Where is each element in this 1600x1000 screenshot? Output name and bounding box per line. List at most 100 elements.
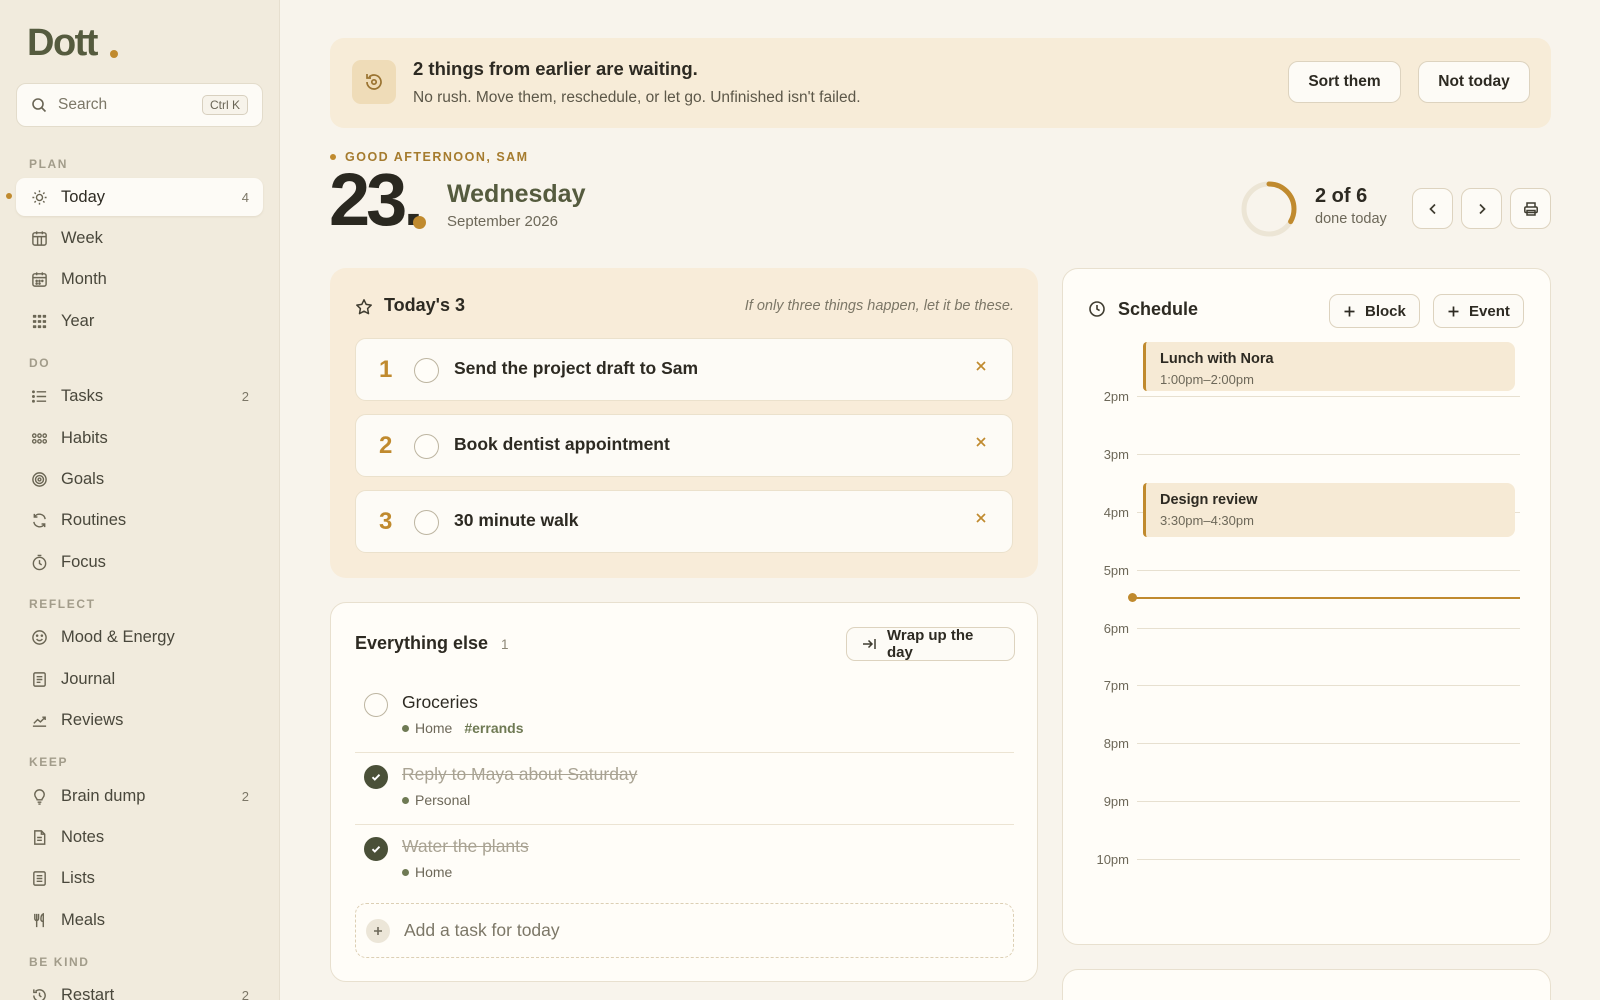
- sidebar-item-focus[interactable]: Focus: [16, 543, 263, 581]
- list-icon: [30, 387, 48, 405]
- banner-title: 2 things from earlier are waiting.: [413, 58, 698, 79]
- priority-text[interactable]: 30 minute walk: [454, 510, 579, 531]
- current-time-dot: [1128, 593, 1137, 602]
- priority-checkbox[interactable]: [414, 358, 439, 383]
- hour-line: [1137, 743, 1520, 744]
- priority-number: 2: [379, 432, 393, 459]
- sidebar-item-tasks[interactable]: Tasks 2: [16, 377, 263, 415]
- schedule-event[interactable]: Lunch with Nora 1:00pm–2:00pm: [1143, 342, 1515, 391]
- sun-icon: [30, 188, 48, 206]
- task-meta: Home: [402, 864, 452, 880]
- task-title[interactable]: Groceries: [402, 692, 478, 713]
- sort-them-button[interactable]: Sort them: [1288, 61, 1401, 103]
- sidebar-item-year[interactable]: Year: [16, 302, 263, 340]
- sidebar-item-count: 2: [241, 788, 249, 804]
- sidebar-item-brain-dump[interactable]: Brain dump 2: [16, 777, 263, 815]
- add-event-label: Event: [1469, 302, 1510, 320]
- add-block-button[interactable]: Block: [1329, 294, 1420, 328]
- sidebar-item-month[interactable]: Month: [16, 260, 263, 298]
- next-day-button[interactable]: [1461, 188, 1502, 229]
- search-box[interactable]: Search Ctrl K: [16, 83, 263, 127]
- category-dot: [402, 868, 409, 876]
- star-icon: [355, 298, 373, 316]
- section-label-keep: KEEP: [29, 755, 69, 769]
- history-icon: [352, 60, 396, 104]
- month-year: September 2026: [447, 213, 558, 230]
- add-event-button[interactable]: Event: [1433, 294, 1524, 328]
- event-title: Design review: [1160, 492, 1258, 508]
- schedule-event[interactable]: Design review 3:30pm–4:30pm: [1143, 483, 1515, 537]
- restart-icon: [30, 986, 48, 1000]
- print-button[interactable]: [1510, 188, 1551, 229]
- sidebar-item-habits[interactable]: Habits: [16, 419, 263, 457]
- app-logo[interactable]: Dott: [27, 22, 98, 65]
- event-time: 1:00pm–2:00pm: [1160, 372, 1254, 387]
- task-title[interactable]: Reply to Maya about Saturday: [402, 764, 637, 785]
- sidebar-item-meals[interactable]: Meals: [16, 901, 263, 939]
- sidebar-item-label: Tasks: [61, 386, 104, 405]
- search-placeholder[interactable]: Search: [58, 96, 202, 114]
- sidebar-item-label: Journal: [61, 669, 116, 688]
- priority-item: 1 Send the project draft to Sam: [355, 338, 1013, 401]
- add-task-input[interactable]: Add a task for today: [355, 903, 1014, 958]
- sidebar-item-notes[interactable]: Notes: [16, 818, 263, 856]
- lightbulb-icon: [30, 787, 48, 805]
- section-label-reflect: REFLECT: [29, 597, 96, 611]
- task-row: Water the plants Home: [355, 825, 1014, 897]
- sidebar-item-mood-energy[interactable]: Mood & Energy: [16, 618, 263, 656]
- sidebar-item-lists[interactable]: Lists: [16, 859, 263, 897]
- add-block-label: Block: [1365, 302, 1406, 320]
- task-category: Home: [415, 720, 453, 736]
- prev-day-button[interactable]: [1412, 188, 1453, 229]
- sidebar-item-week[interactable]: Week: [16, 219, 263, 257]
- plus-icon: [366, 918, 390, 943]
- printer-icon: [1523, 201, 1539, 217]
- progress-caption: done today: [1315, 211, 1387, 227]
- priority-number: 3: [379, 508, 393, 535]
- task-title[interactable]: Water the plants: [402, 836, 529, 857]
- year-grid-icon: [30, 312, 48, 330]
- wrap-up-day-button[interactable]: Wrap up the day: [846, 627, 1015, 661]
- sidebar-item-label: Month: [61, 269, 107, 288]
- hour-label: 3pm: [1103, 447, 1129, 462]
- sidebar-item-reviews[interactable]: Reviews: [16, 701, 263, 739]
- sidebar-item-restart[interactable]: Restart 2: [16, 976, 263, 1000]
- task-tag[interactable]: #errands: [464, 720, 523, 736]
- week-calendar-icon: [30, 229, 48, 247]
- hour-label: 9pm: [1103, 794, 1129, 809]
- month-calendar-icon: [30, 270, 48, 288]
- wrap-up-label: Wrap up the day: [887, 627, 974, 661]
- note-icon: [30, 828, 48, 846]
- task-checkbox-checked[interactable]: [364, 765, 388, 789]
- sidebar-item-label: Restart: [61, 985, 115, 1000]
- task-checkbox-checked[interactable]: [364, 837, 388, 861]
- sidebar-item-routines[interactable]: Routines: [16, 501, 263, 539]
- remove-priority-close-icon[interactable]: [974, 435, 988, 449]
- priority-item: 2 Book dentist appointment: [355, 414, 1013, 477]
- sidebar-item-count: 2: [241, 987, 249, 1000]
- everything-else-count: 1: [501, 637, 509, 652]
- next-card-peek: [1062, 969, 1551, 1000]
- progress-count: 2 of 6: [1315, 185, 1368, 207]
- remove-priority-close-icon[interactable]: [974, 359, 988, 373]
- progress-ring: [1241, 181, 1297, 237]
- add-task-placeholder: Add a task for today: [404, 920, 560, 940]
- priority-text[interactable]: Book dentist appointment: [454, 434, 670, 455]
- priority-text[interactable]: Send the project draft to Sam: [454, 358, 698, 379]
- target-icon: [30, 470, 48, 488]
- not-today-button[interactable]: Not today: [1418, 61, 1530, 103]
- remove-priority-close-icon[interactable]: [974, 511, 988, 525]
- timer-icon: [30, 553, 48, 571]
- sidebar-item-journal[interactable]: Journal: [16, 660, 263, 698]
- sidebar-item-goals[interactable]: Goals: [16, 460, 263, 498]
- task-row: Groceries Home #errands: [355, 681, 1014, 753]
- priority-checkbox[interactable]: [414, 510, 439, 535]
- hour-label: 8pm: [1103, 736, 1129, 751]
- sidebar-item-today[interactable]: Today 4: [16, 178, 263, 216]
- todays-three-card: Today's 3 If only three things happen, l…: [330, 268, 1038, 578]
- task-checkbox[interactable]: [364, 693, 388, 717]
- schedule-title: Schedule: [1118, 299, 1199, 319]
- search-icon: [31, 97, 47, 113]
- sidebar-item-label: Meals: [61, 910, 106, 929]
- priority-checkbox[interactable]: [414, 434, 439, 459]
